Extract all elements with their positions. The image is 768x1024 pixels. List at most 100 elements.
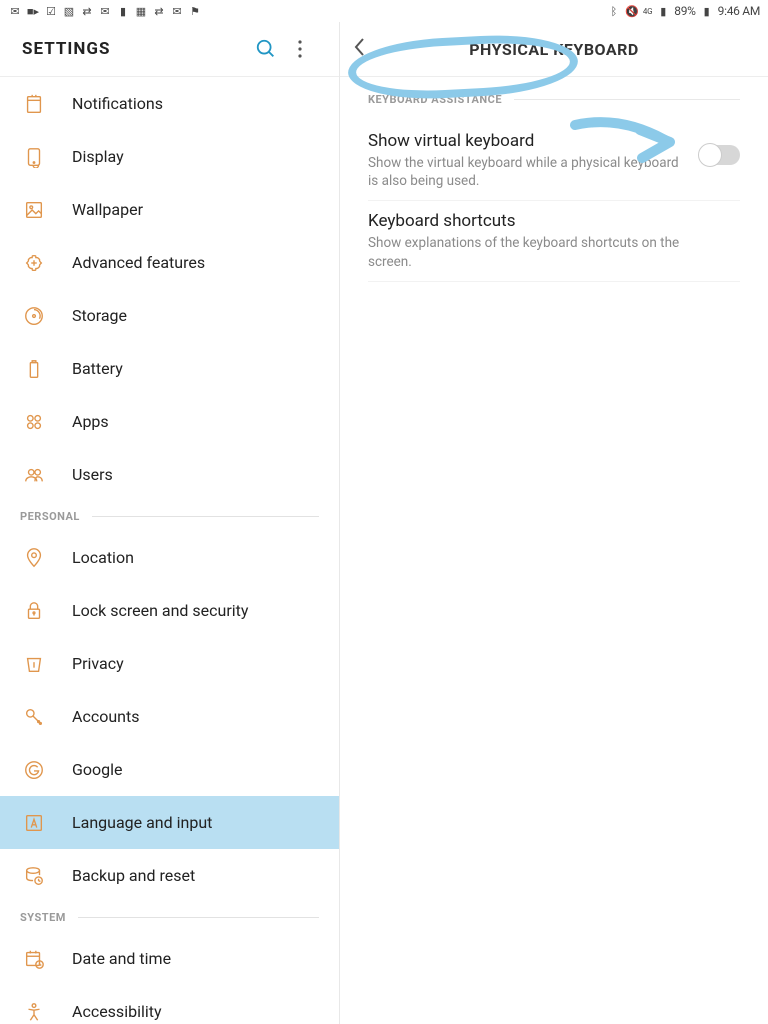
advanced-icon xyxy=(20,249,48,277)
mail-icon: ✉ xyxy=(8,4,22,18)
nav-item-label: Advanced features xyxy=(72,253,205,272)
nav-item-location[interactable]: Location xyxy=(0,531,339,584)
nav-item-accessibility[interactable]: Accessibility xyxy=(0,985,339,1024)
detail-header: PHYSICAL KEYBOARD xyxy=(340,22,768,77)
mute-icon: 🔇 xyxy=(625,4,639,18)
more-vert-icon xyxy=(298,40,302,58)
nav-item-apps[interactable]: Apps xyxy=(0,395,339,448)
divider-line xyxy=(514,99,740,100)
setting-subtitle: Show the virtual keyboard while a physic… xyxy=(368,154,686,190)
detail-title: PHYSICAL KEYBOARD xyxy=(469,40,639,59)
nav-item-lock-security[interactable]: Lock screen and security xyxy=(0,584,339,637)
status-bar: ✉ ■▸ ☑ ▧ ⇄ ✉ ▮ ▦ ⇄ ✉ ⚑ ᛒ 🔇 4G ▮ 89% ▮ 9:… xyxy=(0,0,768,22)
camera-icon: ■▸ xyxy=(26,4,40,18)
nav-item-label: Battery xyxy=(72,359,123,378)
setting-keyboard-shortcuts[interactable]: Keyboard shortcuts Show explanations of … xyxy=(368,201,740,281)
nav-item-label: Users xyxy=(72,465,113,484)
checkbox-icon: ☑ xyxy=(44,4,58,18)
divider-line xyxy=(78,917,319,918)
nav-item-users[interactable]: Users xyxy=(0,448,339,501)
accounts-icon xyxy=(20,703,48,731)
nav-item-label: Backup and reset xyxy=(72,866,195,885)
nav-item-label: Display xyxy=(72,147,124,166)
settings-list: Notifications Display Wallpaper Advanced… xyxy=(0,77,339,1024)
datetime-icon xyxy=(20,945,48,973)
nav-item-wallpaper[interactable]: Wallpaper xyxy=(0,183,339,236)
network-icon: 4G xyxy=(643,7,652,16)
accessibility-icon xyxy=(20,998,48,1024)
section-label: SYSTEM xyxy=(20,911,66,924)
nav-item-battery[interactable]: Battery xyxy=(0,342,339,395)
nav-item-label: Location xyxy=(72,548,134,567)
settings-nav-pane: SETTINGS Notifications Display Wallpaper xyxy=(0,22,340,1024)
nav-item-privacy[interactable]: Privacy xyxy=(0,637,339,690)
nav-item-label: Language and input xyxy=(72,813,212,832)
more-button[interactable] xyxy=(283,32,317,66)
language-icon xyxy=(20,809,48,837)
nav-item-label: Storage xyxy=(72,306,127,325)
setting-show-virtual-keyboard[interactable]: Show virtual keyboard Show the virtual k… xyxy=(368,121,740,201)
section-label: PERSONAL xyxy=(20,510,80,523)
backup-icon xyxy=(20,862,48,890)
setting-subtitle: Show explanations of the keyboard shortc… xyxy=(368,234,726,270)
nav-item-language-input[interactable]: Language and input xyxy=(0,796,339,849)
mail-icon: ✉ xyxy=(98,4,112,18)
sync-icon: ⇄ xyxy=(152,4,166,18)
apps-icon xyxy=(20,408,48,436)
nav-item-label: Wallpaper xyxy=(72,200,143,219)
nav-item-backup-reset[interactable]: Backup and reset xyxy=(0,849,339,902)
users-icon xyxy=(20,461,48,489)
nav-item-label: Lock screen and security xyxy=(72,601,248,620)
privacy-icon xyxy=(20,650,48,678)
signal-icon: ▮ xyxy=(656,4,670,18)
gallery-icon: ▦ xyxy=(134,4,148,18)
google-icon xyxy=(20,756,48,784)
storage-icon xyxy=(20,302,48,330)
nav-item-label: Google xyxy=(72,760,123,779)
sync-icon: ⇄ xyxy=(80,4,94,18)
nav-item-label: Privacy xyxy=(72,654,124,673)
settings-title: SETTINGS xyxy=(22,39,249,59)
section-system: SYSTEM xyxy=(0,902,339,932)
bluetooth-icon: ᛒ xyxy=(607,4,621,18)
setting-title: Keyboard shortcuts xyxy=(368,211,726,231)
nav-item-accounts[interactable]: Accounts xyxy=(0,690,339,743)
clock: 9:46 AM xyxy=(718,4,760,18)
pin-icon: ⚑ xyxy=(188,4,202,18)
detail-pane: PHYSICAL KEYBOARD KEYBOARD ASSISTANCE Sh… xyxy=(340,22,768,1024)
nav-item-advanced-features[interactable]: Advanced features xyxy=(0,236,339,289)
battery-icon: ▮ xyxy=(700,4,714,18)
nav-item-date-time[interactable]: Date and time xyxy=(0,932,339,985)
nav-item-google[interactable]: Google xyxy=(0,743,339,796)
notifications-icon xyxy=(20,90,48,118)
section-label: KEYBOARD ASSISTANCE xyxy=(368,93,502,106)
show-virtual-keyboard-toggle[interactable] xyxy=(700,145,740,165)
nav-item-label: Apps xyxy=(72,412,109,431)
wallpaper-icon xyxy=(20,196,48,224)
nav-item-label: Notifications xyxy=(72,94,163,113)
search-button[interactable] xyxy=(249,32,283,66)
back-button[interactable] xyxy=(352,36,366,63)
divider-line xyxy=(92,516,319,517)
display-icon xyxy=(20,143,48,171)
battery-percent: 89% xyxy=(674,4,695,18)
battery-icon xyxy=(20,355,48,383)
location-icon xyxy=(20,544,48,572)
chevron-left-icon xyxy=(352,36,366,58)
search-icon xyxy=(255,38,277,60)
section-keyboard-assistance: KEYBOARD ASSISTANCE xyxy=(368,77,740,121)
nav-item-label: Date and time xyxy=(72,949,171,968)
nav-item-storage[interactable]: Storage xyxy=(0,289,339,342)
mail-icon: ✉ xyxy=(170,4,184,18)
setting-title: Show virtual keyboard xyxy=(368,131,686,151)
nav-item-label: Accessibility xyxy=(72,1002,162,1021)
lock-icon xyxy=(20,597,48,625)
image-icon: ▧ xyxy=(62,4,76,18)
key-icon: ▮ xyxy=(116,4,130,18)
status-right-icons: ᛒ 🔇 4G ▮ 89% ▮ 9:46 AM xyxy=(607,4,760,18)
status-left-icons: ✉ ■▸ ☑ ▧ ⇄ ✉ ▮ ▦ ⇄ ✉ ⚑ xyxy=(8,4,202,18)
nav-item-notifications[interactable]: Notifications xyxy=(0,77,339,130)
nav-item-display[interactable]: Display xyxy=(0,130,339,183)
nav-item-label: Accounts xyxy=(72,707,139,726)
section-personal: PERSONAL xyxy=(0,501,339,531)
